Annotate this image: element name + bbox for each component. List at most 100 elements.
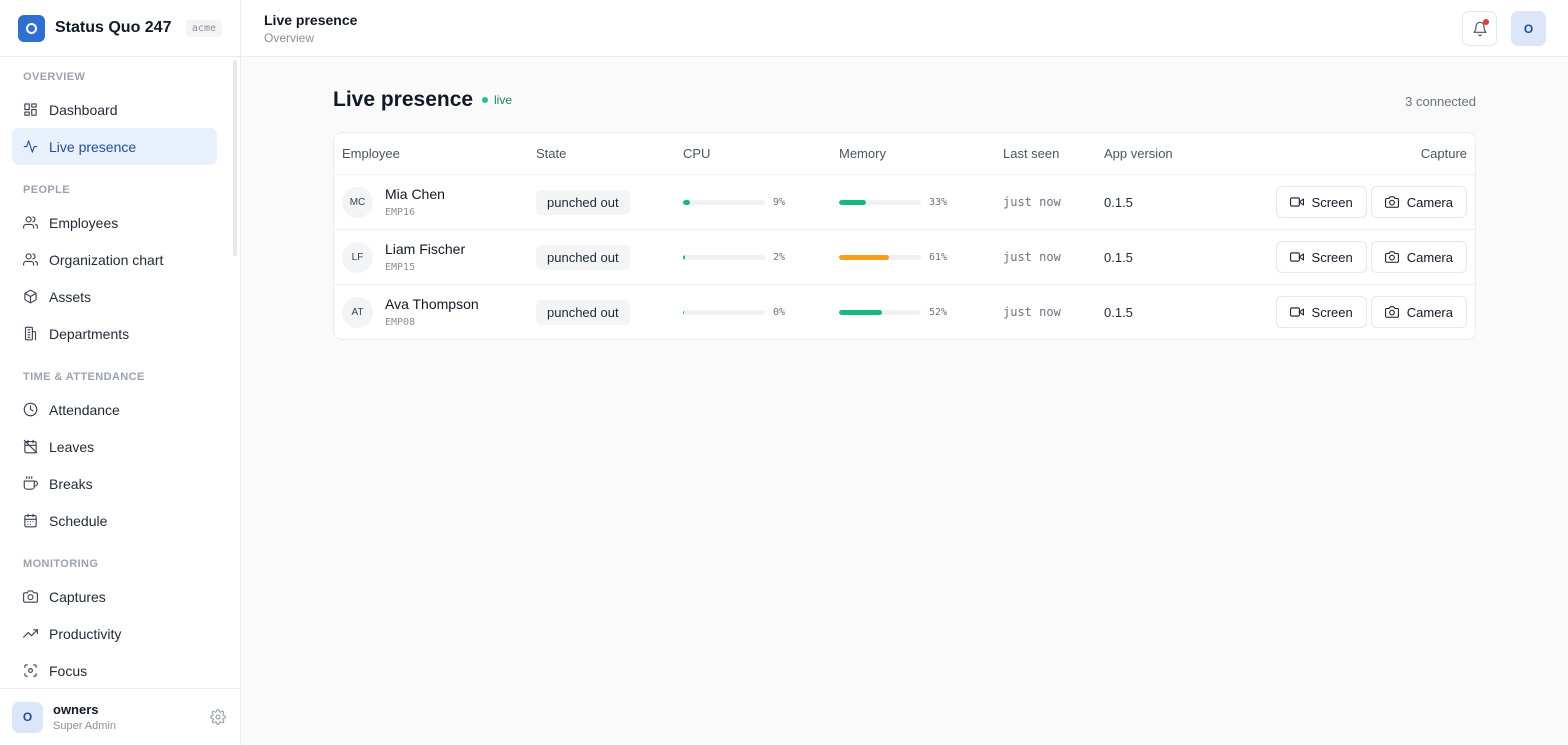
employee-id: EMP08	[385, 317, 416, 328]
top-user-avatar[interactable]: O	[1511, 11, 1546, 46]
users-icon	[23, 216, 38, 229]
camera-icon	[23, 590, 38, 603]
sidebar-item-label: Productivity	[49, 625, 122, 642]
sidebar-item-employees[interactable]: Employees	[12, 204, 217, 241]
camera-capture-button[interactable]: Camera	[1370, 241, 1467, 273]
trending-up-icon	[23, 629, 38, 638]
memory-percent: 61%	[929, 251, 948, 263]
version-cell: 0.1.5	[1104, 175, 1133, 229]
state-cell: punched out	[536, 230, 630, 284]
sidebar-item-assets[interactable]: Assets	[12, 278, 217, 315]
sidebar-item-label: Attendance	[49, 401, 120, 418]
camera-button-label: Camera	[1406, 304, 1453, 320]
sidebar-item-schedule[interactable]: Schedule	[12, 502, 217, 539]
version-cell: 0.1.5	[1104, 285, 1133, 339]
cpu-bar	[683, 254, 765, 260]
col-cpu: CPU	[683, 146, 711, 161]
status-badge: punched out	[536, 189, 630, 215]
activity-icon	[23, 140, 38, 153]
user-name: owners	[53, 702, 99, 717]
cpu-cell: 2%	[683, 230, 785, 284]
employee-id: EMP15	[385, 262, 416, 273]
breadcrumb: Overview	[264, 31, 315, 45]
app-version: 0.1.5	[1104, 249, 1133, 265]
cpu-bar	[683, 199, 765, 205]
col-capture: Capture	[1420, 146, 1467, 161]
video-icon	[1289, 252, 1304, 262]
sidebar-item-leaves[interactable]: Leaves	[12, 428, 217, 465]
camera-icon	[1384, 306, 1399, 318]
sidebar-item-label: Live presence	[49, 138, 137, 155]
capture-cell: Screen Camera	[1272, 175, 1467, 229]
sidebar-item-label: Breaks	[49, 475, 93, 492]
sidebar-item-label: Employees	[49, 214, 119, 231]
last-seen: just now	[1003, 195, 1061, 209]
screen-capture-button[interactable]: Screen	[1275, 241, 1367, 273]
cpu-bar-fill	[683, 309, 684, 315]
sidebar-item-label: Schedule	[49, 512, 108, 529]
sidebar-item-breaks[interactable]: Breaks	[12, 465, 217, 502]
employee-name: Liam Fischer	[385, 241, 466, 257]
user-profile[interactable]: O owners Super Admin	[0, 688, 240, 745]
table-row: MC Mia Chen EMP16 punched out 9% 33% just now 0…	[334, 174, 1475, 229]
screen-capture-button[interactable]: Screen	[1275, 186, 1367, 218]
sidebar-item-live-presence[interactable]: Live presence	[12, 128, 217, 165]
cpu-bar	[683, 309, 765, 315]
building-icon	[24, 326, 37, 341]
state-cell: punched out	[536, 175, 630, 229]
video-icon	[1289, 307, 1304, 317]
last-seen-cell: just now	[1003, 230, 1061, 284]
sidebar-item-label: Departments	[49, 325, 130, 342]
live-dot	[482, 97, 488, 103]
user-avatar[interactable]: O	[12, 701, 43, 733]
nav-section-label: OVERVIEW	[23, 71, 86, 83]
memory-bar	[839, 309, 921, 315]
col-last-seen: Last seen	[1003, 146, 1060, 161]
connected-count: 3 connected	[1405, 94, 1476, 109]
sidebar-item-focus[interactable]: Focus	[12, 652, 217, 688]
memory-cell: 61%	[839, 230, 947, 284]
coffee-icon	[23, 476, 38, 490]
status-badge: punched out	[536, 299, 630, 325]
sidebar-item-departments[interactable]: Departments	[12, 315, 217, 352]
sidebar-item-attendance[interactable]: Attendance	[12, 391, 217, 428]
cpu-percent: 9%	[773, 196, 786, 208]
table-row: LF Liam Fischer EMP15 punched out 2% 61% just …	[334, 229, 1475, 284]
calendar-icon	[24, 513, 37, 528]
topbar: Live presence Overview O	[241, 0, 1568, 57]
sidebar-item-captures[interactable]: Captures	[12, 578, 217, 615]
memory-bar	[839, 199, 921, 205]
notifications-button[interactable]	[1462, 11, 1497, 46]
last-seen: just now	[1003, 250, 1061, 264]
clock-icon	[23, 402, 38, 417]
gear-icon[interactable]	[210, 709, 226, 725]
users-icon	[23, 253, 38, 266]
col-memory: Memory	[839, 146, 886, 161]
sidebar-item-organization-chart[interactable]: Organization chart	[12, 241, 217, 278]
brand-logo-icon[interactable]	[18, 14, 45, 42]
brand: Status Quo 247 acme	[0, 0, 240, 57]
cpu-percent: 2%	[773, 251, 786, 263]
sidebar-item-productivity[interactable]: Productivity	[12, 615, 217, 652]
focus-icon	[24, 664, 37, 677]
camera-capture-button[interactable]: Camera	[1370, 186, 1467, 218]
sidebar: Status Quo 247 acme OVERVIEW Dashboard Liv…	[0, 0, 241, 745]
cpu-bar-fill	[683, 254, 685, 260]
screen-capture-button[interactable]: Screen	[1275, 296, 1367, 328]
camera-button-label: Camera	[1406, 249, 1453, 265]
employee-cell: MC Mia Chen EMP16	[342, 175, 445, 229]
sidebar-item-dashboard[interactable]: Dashboard	[12, 91, 217, 128]
cpu-cell: 9%	[683, 175, 785, 229]
employee-name: Ava Thompson	[385, 296, 479, 312]
camera-button-label: Camera	[1406, 194, 1453, 210]
memory-percent: 52%	[929, 306, 948, 318]
camera-capture-button[interactable]: Camera	[1370, 296, 1467, 328]
memory-bar-fill	[839, 309, 882, 315]
nav-section-label: TIME & ATTENDANCE	[23, 371, 145, 383]
col-app-version: App version	[1104, 146, 1173, 161]
status-badge: punched out	[536, 244, 630, 270]
brand-name: Status Quo 247	[55, 19, 172, 36]
nav-section-label: PEOPLE	[23, 184, 71, 196]
employee-avatar: MC	[342, 186, 373, 218]
capture-cell: Screen Camera	[1272, 285, 1467, 339]
